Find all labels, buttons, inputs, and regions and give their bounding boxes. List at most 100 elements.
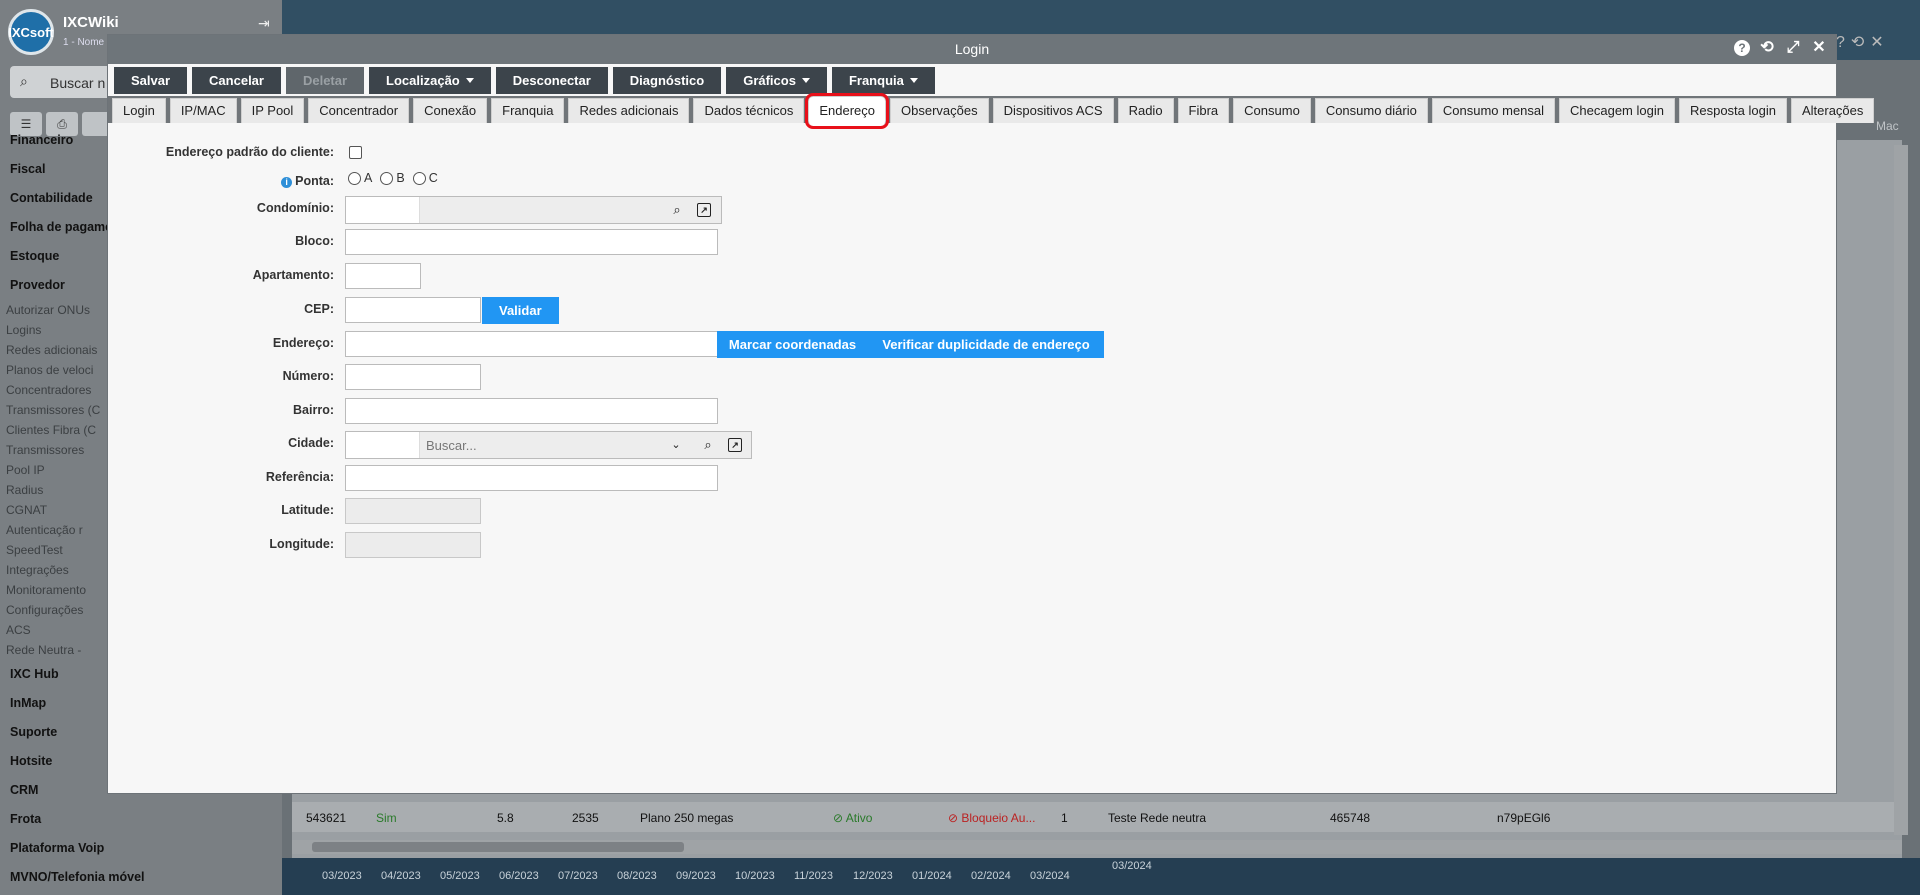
modal-window-controls: ? ⟲ ⤢ ✕ (1734, 39, 1828, 57)
sidebar-item[interactable]: Frota (0, 805, 282, 834)
bg-cell-plan: Plano 250 megas (640, 811, 734, 825)
cep-input[interactable] (345, 297, 481, 323)
cep-label: CEP: (304, 302, 334, 316)
condominio-label: Condomínio: (256, 201, 334, 215)
modal-toolbar: Salvar Cancelar Deletar Localização Desc… (114, 64, 935, 96)
tab-15[interactable]: Consumo mensal (1431, 98, 1556, 123)
cidade-label: Cidade: (288, 436, 334, 450)
bg-vertical-scrollbar[interactable] (1894, 145, 1908, 835)
search-icon[interactable]: ⌕ (669, 202, 685, 218)
tab-8[interactable]: Endereço (805, 93, 889, 129)
franchise-label: Franquia (848, 72, 904, 88)
delete-button[interactable]: Deletar (285, 66, 365, 94)
mark-coordinates-button[interactable]: Marcar coordenadas (717, 331, 868, 358)
check-duplicate-address-button[interactable]: Verificar duplicidade de endereço (868, 331, 1104, 358)
tab-9[interactable]: Observações (890, 98, 989, 123)
bg-scroll-thumb[interactable] (312, 842, 684, 852)
cidade-search-placeholder[interactable]: Buscar... (426, 438, 477, 453)
chevron-down-icon[interactable]: ⌄ (668, 437, 684, 453)
bg-cell-block: ⊘ Bloqueio Au... (948, 811, 1036, 825)
radio-circle (380, 171, 394, 185)
referencia-input[interactable] (345, 465, 718, 491)
apartamento-input[interactable] (345, 263, 421, 289)
longitude-label: Longitude: (269, 537, 334, 551)
bg-table-row[interactable]: 543621 Sim 5.8 2535 Plano 250 megas ⊘ At… (292, 802, 1902, 832)
bg-date-label: 03/2023 (322, 870, 362, 882)
bg-date-label: 03/2024 (1030, 870, 1070, 882)
ponta-radio-c[interactable]: C (412, 171, 438, 185)
location-dropdown[interactable]: Localização (369, 66, 491, 94)
bloco-input[interactable] (345, 229, 718, 255)
logout-icon[interactable]: ⇥ (258, 15, 270, 32)
bg-date-label: 03/2024 (1112, 860, 1152, 872)
bg-cell-v1: 5.8 (497, 811, 514, 825)
caret-down-icon (909, 77, 918, 83)
close-icon[interactable]: ✕ (1810, 39, 1828, 57)
apartamento-label: Apartamento: (252, 268, 334, 282)
tab-0[interactable]: Login (112, 98, 166, 123)
bg-cell-id: 543621 (306, 811, 347, 825)
tab-16[interactable]: Checagem login (1559, 98, 1675, 123)
info-icon[interactable]: i (281, 177, 293, 188)
modal-title: Login (954, 41, 990, 57)
expand-icon[interactable]: ⤢ (1784, 39, 1802, 57)
tab-6[interactable]: Redes adicionais (568, 98, 690, 123)
bg-cell-v2: 2535 (572, 811, 599, 825)
diagnostic-button[interactable]: Diagnóstico (612, 66, 722, 94)
tab-13[interactable]: Consumo (1233, 98, 1311, 123)
tab-3[interactable]: Concentrador (308, 98, 410, 123)
charts-dropdown[interactable]: Gráficos (726, 66, 827, 94)
save-button[interactable]: Salvar (114, 66, 188, 94)
bg-cell-status: ⊘ Ativo (833, 811, 873, 825)
caret-down-icon (801, 77, 810, 83)
franchise-dropdown[interactable]: Franquia (831, 66, 935, 94)
endereco-input[interactable] (345, 331, 718, 357)
bg-cell-desc: Teste Rede neutra (1108, 811, 1207, 825)
disconnect-button[interactable]: Desconectar (495, 66, 608, 94)
help-icon[interactable]: ? (1734, 40, 1750, 56)
cidade-code-input[interactable] (346, 432, 420, 458)
bairro-input[interactable] (345, 398, 718, 424)
open-external-icon[interactable]: ↗ (697, 203, 711, 217)
bg-mac-header: Mac (1876, 119, 1899, 133)
history-icon[interactable]: ⟲ (1758, 39, 1776, 57)
validate-button[interactable]: Validar (482, 297, 559, 324)
bg-window-icons: ?⟲✕ (1836, 34, 1890, 51)
tab-11[interactable]: Radio (1117, 98, 1174, 123)
tab-list: Login IP/MAC IP Pool Concentrador Conexão Fra… (112, 93, 1875, 129)
condominio-code-input[interactable] (346, 197, 420, 223)
tab-18[interactable]: Alterações (1790, 98, 1875, 123)
tab-12[interactable]: Fibra (1177, 98, 1230, 123)
bg-date-label: 08/2023 (617, 870, 657, 882)
longitude-input (345, 532, 481, 558)
tab-14[interactable]: Consumo diário (1314, 98, 1428, 123)
tab-7[interactable]: Dados técnicos (693, 98, 805, 123)
ponta-radio-b[interactable]: B (380, 171, 405, 185)
cancel-button[interactable]: Cancelar (192, 66, 281, 94)
bg-cell-code: 465748 (1330, 811, 1371, 825)
tabs-bar: Login IP/MAC IP Pool Concentrador Conexão Fra… (108, 93, 1875, 129)
ponta-label: i Ponta: (108, 174, 334, 188)
default-address-checkbox[interactable] (349, 146, 362, 159)
bg-date-label: 11/2023 (794, 870, 833, 882)
radio-circle (348, 171, 361, 185)
tab-2[interactable]: IP Pool (240, 98, 305, 123)
tab-10[interactable]: Dispositivos ACS (992, 98, 1114, 123)
charts-label: Gráficos (743, 72, 796, 88)
ponta-radio-a[interactable]: A (348, 171, 372, 185)
bairro-label: Bairro: (293, 403, 334, 417)
radio-circle (412, 171, 426, 185)
bg-status-text: Ativo (845, 811, 873, 825)
bg-date-label: 01/2024 (912, 870, 952, 882)
search-icon[interactable]: ⌕ (700, 437, 716, 453)
open-external-icon[interactable]: ↗ (728, 438, 742, 452)
tab-5[interactable]: Franquia (491, 98, 565, 123)
modal-header: Login ? ⟲ ⤢ ✕ (108, 35, 1836, 64)
tab-1[interactable]: IP/MAC (169, 98, 237, 123)
numero-input[interactable] (345, 364, 481, 390)
bg-horizontal-scrollbar[interactable] (292, 840, 1902, 854)
sidebar-item[interactable]: Plataforma Voip (0, 834, 282, 863)
tab-17[interactable]: Resposta login (1678, 98, 1787, 123)
sidebar-item[interactable]: MVNO/Telefonia móvel (0, 863, 282, 892)
tab-4[interactable]: Conexão (413, 98, 488, 123)
